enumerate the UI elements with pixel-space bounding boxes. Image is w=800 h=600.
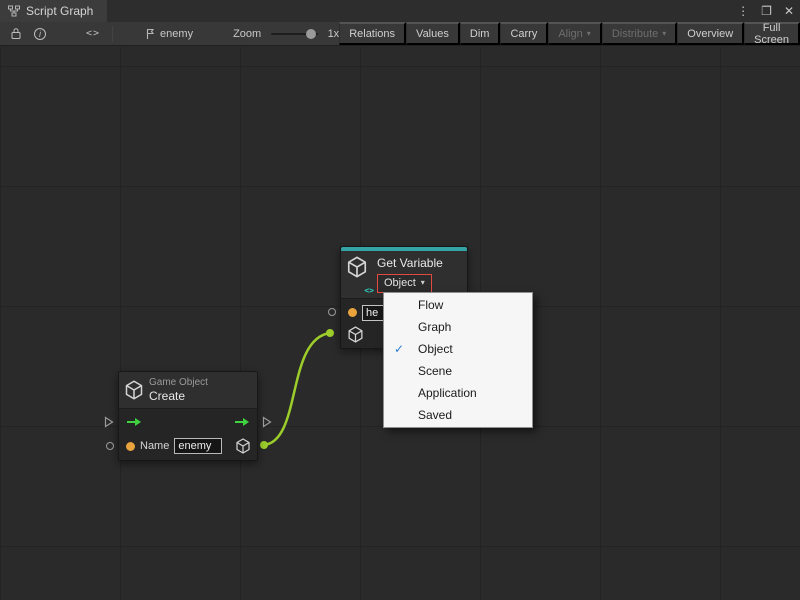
chevron-down-icon: ▾ [421, 279, 425, 287]
code-view-icon[interactable]: <> [80, 22, 106, 45]
graph-icon [8, 5, 20, 17]
tab-script-graph[interactable]: Script Graph [0, 0, 107, 22]
flow-out-arrow-icon[interactable] [234, 417, 250, 427]
chevron-down-icon: ▾ [662, 30, 666, 38]
menu-item-scene[interactable]: Scene [384, 360, 532, 382]
close-icon[interactable]: ✕ [784, 4, 794, 18]
zoom-value: 1x [328, 28, 340, 40]
graph-canvas[interactable]: <> Get Variable Object ▾ [0, 47, 800, 600]
menu-item-flow[interactable]: Flow [384, 294, 532, 316]
toolbar-buttons: Relations Values Dim Carry Align ▾ Distr… [339, 22, 800, 45]
chevron-down-icon: ▾ [587, 30, 591, 38]
flow-in-arrow-icon[interactable] [126, 417, 142, 427]
lock-icon[interactable] [4, 22, 28, 45]
node-title: Get Variable [377, 256, 443, 270]
menu-item-object[interactable]: ✓ Object [384, 338, 532, 360]
object-name-input[interactable] [174, 438, 222, 454]
object-port-cube-icon[interactable] [348, 326, 363, 343]
graph-name: enemy [160, 28, 193, 40]
flow-output-port[interactable] [262, 416, 272, 428]
dim-button[interactable]: Dim [460, 22, 501, 45]
get-variable-header[interactable]: <> Get Variable Object ▾ [341, 251, 467, 298]
node-title: Create [149, 389, 208, 403]
create-node-header[interactable]: Game Object Create [119, 372, 257, 408]
zoom-label: Zoom [233, 28, 261, 40]
game-object-cube-icon [125, 380, 143, 400]
string-port-icon[interactable] [348, 308, 357, 317]
script-graph-window: Script Graph ⋮ ❐ ✕ i <> enemy Zoom [0, 0, 800, 600]
create-game-object-node[interactable]: Game Object Create Name [118, 371, 258, 461]
titlebar: Script Graph ⋮ ❐ ✕ [0, 0, 800, 22]
variable-scope-dropdown[interactable]: Object ▾ [377, 274, 432, 293]
graph-flag-icon [145, 28, 155, 40]
window-menu-icon[interactable]: ⋮ [737, 4, 749, 18]
distribute-button: Distribute ▾ [602, 22, 677, 45]
overview-button[interactable]: Overview [677, 22, 744, 45]
maximize-icon[interactable]: ❐ [761, 4, 772, 18]
input-port[interactable] [328, 308, 336, 316]
relations-button[interactable]: Relations [339, 22, 406, 45]
graph-toolbar: i <> enemy Zoom 1x Relations Values Dim [0, 22, 800, 46]
fullscreen-button[interactable]: Full Screen [744, 22, 800, 45]
output-cube-icon[interactable] [236, 438, 250, 454]
name-input-port[interactable] [106, 442, 114, 450]
string-port-icon[interactable] [126, 442, 135, 451]
flow-input-port[interactable] [104, 416, 114, 428]
align-button: Align ▾ [548, 22, 601, 45]
create-node-body: Name [119, 408, 257, 460]
variable-cube-icon: <> [347, 256, 371, 293]
menu-item-application[interactable]: Application [384, 382, 532, 404]
zoom-slider-thumb[interactable] [306, 29, 316, 39]
check-icon: ✓ [394, 342, 418, 356]
code-badge-icon: <> [364, 286, 374, 295]
menu-item-saved[interactable]: Saved [384, 404, 532, 426]
zoom-slider[interactable] [271, 33, 317, 35]
node-category: Game Object [149, 377, 208, 389]
menu-item-graph[interactable]: Graph [384, 316, 532, 338]
carry-button[interactable]: Carry [500, 22, 548, 45]
graph-breadcrumb[interactable]: enemy [145, 28, 193, 40]
tab-title: Script Graph [26, 4, 93, 18]
window-controls: ⋮ ❐ ✕ [737, 0, 794, 22]
info-icon[interactable]: i [28, 22, 52, 45]
name-port-label: Name [140, 440, 169, 452]
toolbar-separator [112, 26, 113, 42]
scope-menu: Flow Graph ✓ Object Scene Application Sa… [383, 292, 533, 428]
values-button[interactable]: Values [406, 22, 460, 45]
